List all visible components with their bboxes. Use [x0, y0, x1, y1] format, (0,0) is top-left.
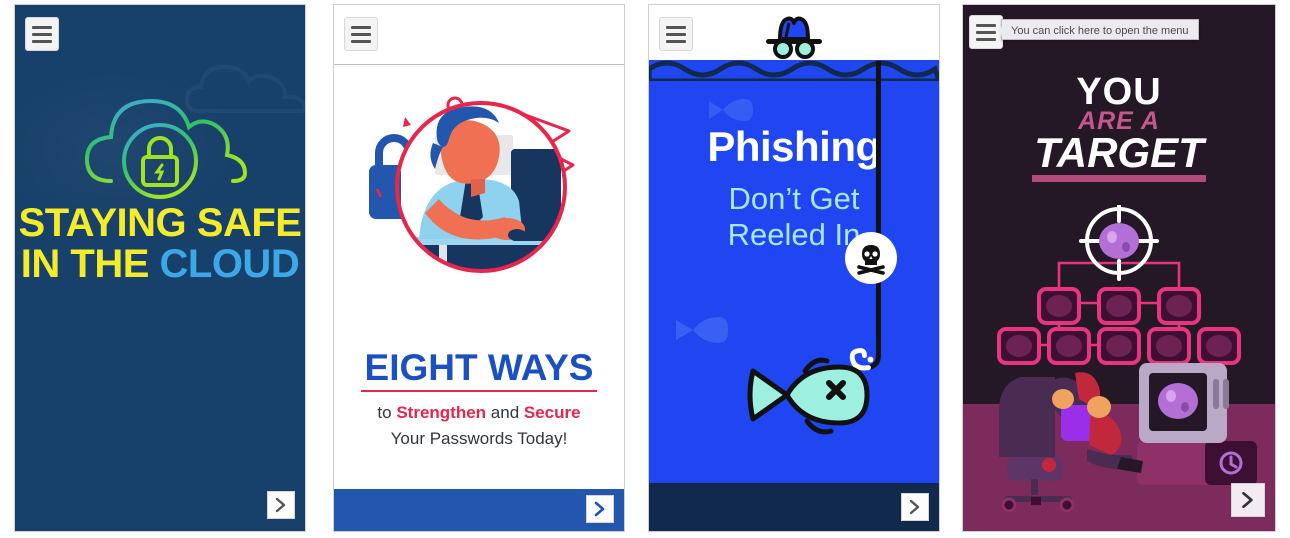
- slide-footer-bar: [334, 489, 624, 531]
- decorative-cloud-bottom-left: [29, 305, 165, 383]
- slide-eight-ways-passwords[interactable]: EIGHT WAYS to Strengthen and Secure Your…: [333, 4, 625, 532]
- hamburger-bar: [666, 32, 686, 36]
- slide-title-line-2: IN THE CLOUD: [15, 241, 305, 286]
- man-at-computer-illustration: [369, 96, 575, 273]
- subtitle-conjunction: and: [486, 403, 524, 422]
- skull-crossbones-badge: [845, 232, 897, 284]
- next-slide-button[interactable]: [901, 493, 929, 521]
- hacker-at-computer-illustration: [999, 363, 1257, 513]
- target-network-diagram: [997, 205, 1241, 365]
- slide-title: YOU ARE A TARGET: [963, 73, 1275, 182]
- slide-title-line-1: STAYING SAFE: [18, 201, 302, 245]
- hamburger-bar: [976, 30, 996, 34]
- hamburger-menu-button[interactable]: [659, 17, 693, 51]
- hamburger-bar: [666, 25, 686, 29]
- hamburger-bar: [976, 37, 996, 41]
- subtitle-prefix: to: [377, 403, 397, 422]
- slide-title-line-3: TARGET: [1032, 132, 1206, 182]
- slide-body: EIGHT WAYS to Strengthen and Secure Your…: [334, 65, 624, 473]
- slide-title-line-1: YOU: [1076, 71, 1162, 113]
- next-slide-button[interactable]: [1231, 483, 1265, 517]
- slide-title-line-2-highlight: CLOUD: [159, 241, 300, 286]
- slide-you-are-a-target[interactable]: You can click here to open the menu YOU …: [962, 4, 1276, 532]
- fish-on-hook-illustration: [747, 357, 870, 435]
- fishing-line-and-hook: [849, 60, 881, 371]
- skull-crossbones-icon: [857, 245, 885, 275]
- slide-subtitle-line-2: Your Passwords Today!: [390, 429, 568, 448]
- crosshair-icon: [1079, 205, 1159, 281]
- slide-subtitle-line-1: to Strengthen and Secure: [334, 403, 624, 423]
- slide-title: STAYING SAFE IN THE CLOUD: [15, 203, 305, 285]
- headline-underline: [361, 390, 597, 392]
- next-slide-button[interactable]: [267, 491, 295, 519]
- slide-title-line-2-prefix: IN THE: [20, 241, 160, 286]
- chevron-right-icon: [1242, 491, 1253, 509]
- incognito-hat-icon: [766, 16, 822, 59]
- chevron-right-icon: [594, 501, 605, 517]
- hamburger-bar: [351, 25, 371, 29]
- subtitle-word-strengthen: Strengthen: [396, 403, 487, 422]
- hamburger-bar: [32, 25, 52, 29]
- hamburger-bar: [351, 32, 371, 36]
- menu-tooltip: You can click here to open the menu: [997, 19, 1199, 40]
- hamburger-bar: [32, 32, 52, 36]
- hamburger-bar: [32, 39, 52, 43]
- cloud-lock-icon: [84, 98, 248, 199]
- hamburger-bar: [351, 39, 371, 43]
- slide-carousel: STAYING SAFE IN THE CLOUD EIGHT WAYS to …: [0, 0, 1290, 538]
- slide-staying-safe-in-the-cloud[interactable]: STAYING SAFE IN THE CLOUD: [14, 4, 306, 532]
- chevron-right-icon: [909, 499, 920, 515]
- hamburger-bar: [976, 23, 996, 27]
- hamburger-menu-button[interactable]: [25, 17, 59, 51]
- hamburger-bar: [666, 39, 686, 43]
- next-slide-button[interactable]: [586, 495, 614, 523]
- slide-phishing[interactable]: Phishing Don’t Get Reeled In: [648, 4, 940, 532]
- chevron-right-icon: [275, 497, 286, 513]
- subtitle-word-secure: Secure: [523, 403, 581, 422]
- hamburger-menu-button[interactable]: [344, 17, 378, 51]
- slide-headline: EIGHT WAYS: [364, 347, 594, 388]
